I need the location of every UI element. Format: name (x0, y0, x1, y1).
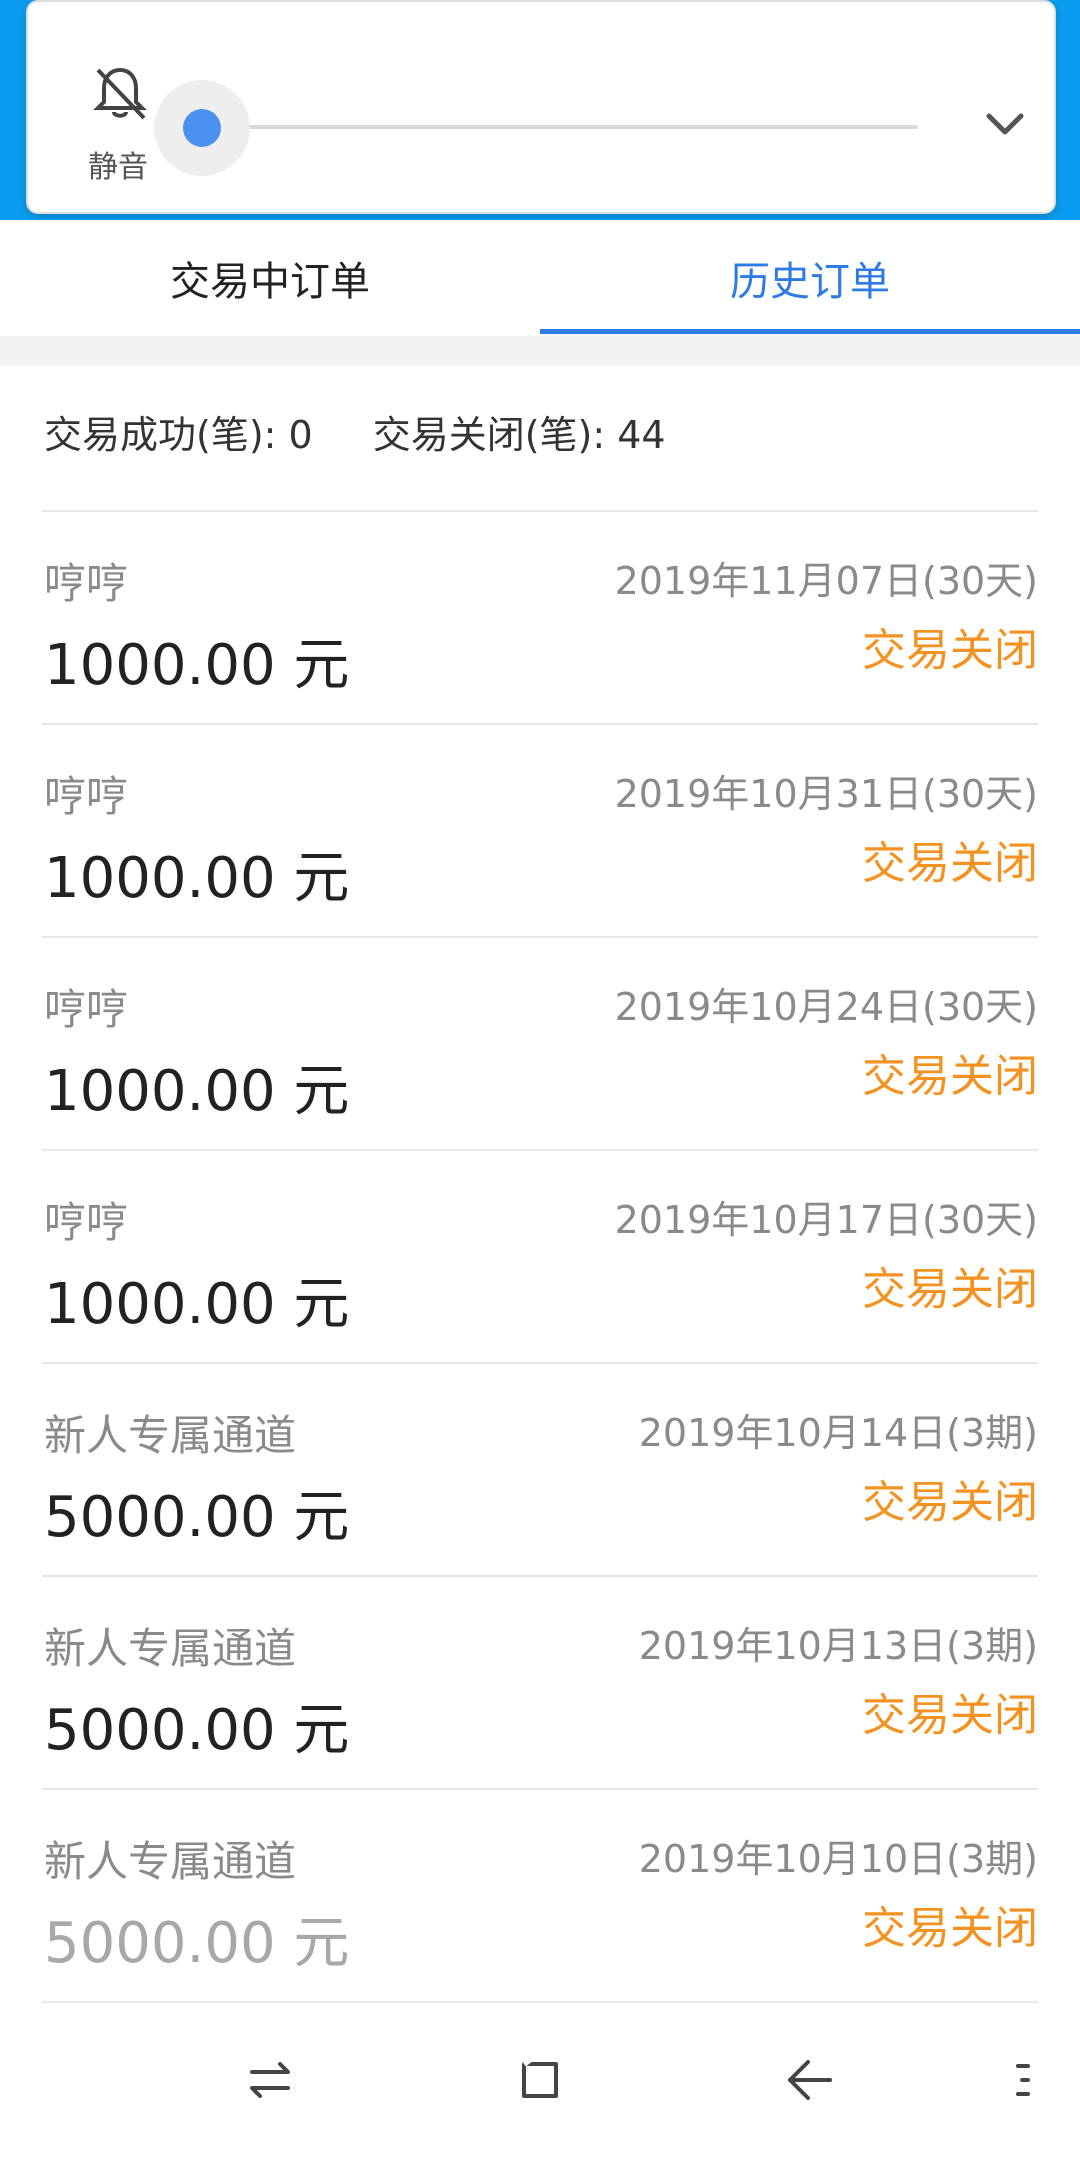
order-name: 新人专属通道 (44, 1411, 297, 1460)
order-amount: 1000.00 元 (44, 633, 350, 698)
tab-trading-orders[interactable]: 交易中订单 (0, 220, 540, 336)
volume-slider-thumb[interactable] (183, 109, 221, 147)
order-date: 2019年10月31日(30天) (614, 772, 1038, 816)
order-status: 交易关闭 (862, 838, 1038, 889)
order-status: 交易关闭 (862, 1264, 1038, 1315)
order-name: 哼哼 (44, 985, 129, 1034)
list-divider (42, 2001, 1038, 2003)
order-amount: 1000.00 元 (44, 1272, 350, 1337)
order-row[interactable]: 哼哼 1000.00 元 2019年10月24日(30天) 交易关闭 (42, 936, 1038, 1149)
order-list: 哼哼 1000.00 元 2019年11月07日(30天) 交易关闭 哼哼 10… (42, 510, 1038, 2003)
order-tabs: 交易中订单 历史订单 (0, 220, 1080, 336)
order-status: 交易关闭 (862, 1051, 1038, 1102)
order-amount: 1000.00 元 (44, 846, 350, 911)
back-icon[interactable] (780, 2050, 840, 2110)
order-status: 交易关闭 (862, 1903, 1038, 1954)
closed-count: 交易关闭(笔): 44 (372, 413, 666, 457)
order-name: 哼哼 (44, 1198, 129, 1247)
chevron-down-icon[interactable] (983, 102, 1027, 146)
system-navbar (0, 2010, 1080, 2160)
volume-slider-track[interactable] (178, 125, 918, 129)
order-row[interactable]: 哼哼 1000.00 元 2019年10月31日(30天) 交易关闭 (42, 723, 1038, 936)
order-row[interactable]: 哼哼 1000.00 元 2019年10月17日(30天) 交易关闭 (42, 1149, 1038, 1362)
order-row[interactable]: 新人专属通道 5000.00 元 2019年10月10日(3期) 交易关闭 (42, 1788, 1038, 2001)
order-date: 2019年10月17日(30天) (614, 1198, 1038, 1242)
order-row[interactable]: 新人专属通道 5000.00 元 2019年10月14日(3期) 交易关闭 (42, 1362, 1038, 1575)
order-status: 交易关闭 (862, 1690, 1038, 1741)
mute-label: 静音 (88, 150, 148, 185)
order-date: 2019年10月13日(3期) (638, 1624, 1038, 1668)
order-amount: 5000.00 元 (44, 1485, 350, 1550)
section-divider (0, 336, 1080, 366)
order-summary: 交易成功(笔): 0 交易关闭(笔): 44 (44, 404, 666, 459)
success-count: 交易成功(笔): 0 (44, 413, 313, 457)
tab-history-orders[interactable]: 历史订单 (540, 220, 1080, 336)
order-name: 新人专属通道 (44, 1837, 297, 1886)
home-icon[interactable] (510, 2050, 570, 2110)
menu-icon[interactable] (1000, 2050, 1060, 2110)
order-name: 新人专属通道 (44, 1624, 297, 1673)
tab-active-indicator (540, 329, 1080, 334)
order-date: 2019年10月14日(3期) (638, 1411, 1038, 1455)
order-date: 2019年11月07日(30天) (614, 559, 1038, 603)
order-row[interactable]: 新人专属通道 5000.00 元 2019年10月13日(3期) 交易关闭 (42, 1575, 1038, 1788)
order-amount: 1000.00 元 (44, 1059, 350, 1124)
order-status: 交易关闭 (862, 625, 1038, 676)
order-name: 哼哼 (44, 772, 129, 821)
order-name: 哼哼 (44, 559, 129, 608)
order-row[interactable]: 哼哼 1000.00 元 2019年11月07日(30天) 交易关闭 (42, 510, 1038, 723)
order-status: 交易关闭 (862, 1477, 1038, 1528)
order-amount: 5000.00 元 (44, 1911, 350, 1976)
order-date: 2019年10月24日(30天) (614, 985, 1038, 1029)
bell-off-icon[interactable] (88, 62, 152, 126)
order-amount: 5000.00 元 (44, 1698, 350, 1763)
recent-apps-icon[interactable] (240, 2050, 300, 2110)
order-date: 2019年10月10日(3期) (638, 1837, 1038, 1881)
volume-panel: 静音 (26, 0, 1056, 214)
